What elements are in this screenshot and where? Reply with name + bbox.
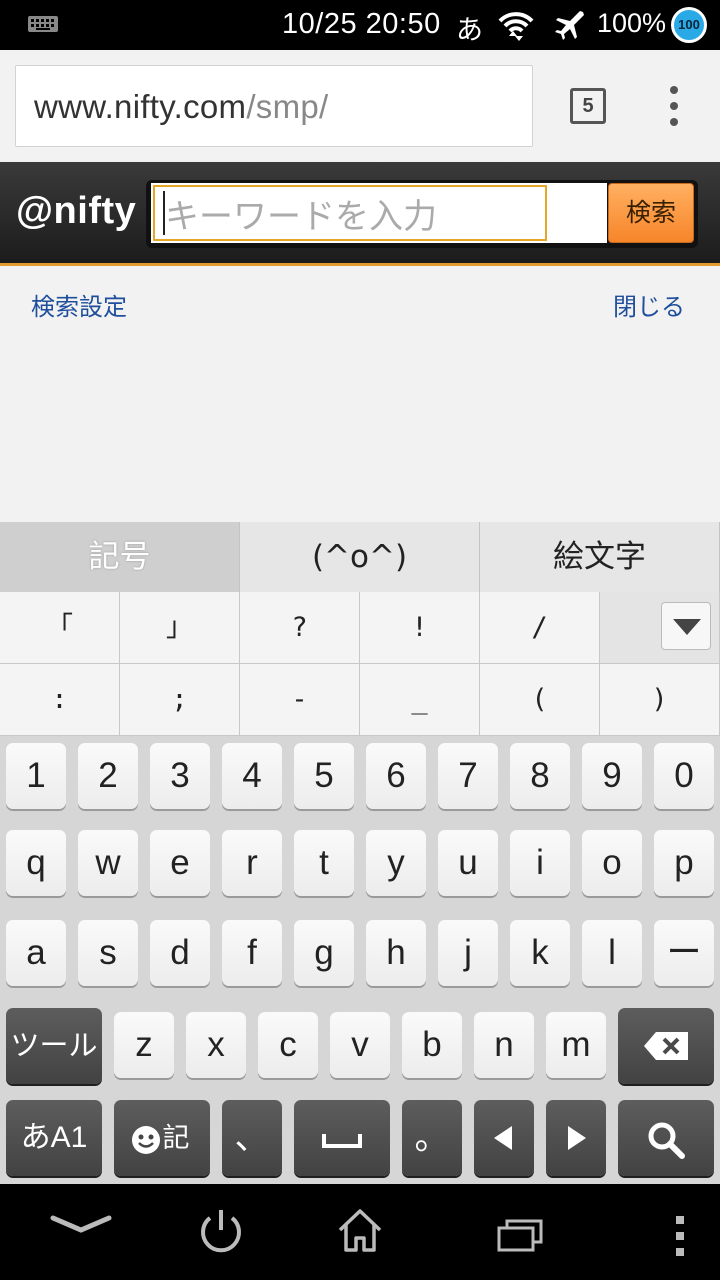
key-d[interactable]: d	[150, 920, 210, 986]
key-q[interactable]: q	[6, 830, 66, 896]
key-v[interactable]: v	[330, 1012, 390, 1078]
key-m[interactable]: m	[546, 1012, 606, 1078]
key-x[interactable]: x	[186, 1012, 246, 1078]
cursor-left-key[interactable]	[474, 1100, 534, 1176]
battery-badge: 100	[671, 7, 707, 43]
url-bar[interactable]: www.nifty.com/smp/	[15, 65, 533, 147]
ime-indicator: あ	[456, 15, 483, 46]
close-link[interactable]: 閉じる	[613, 287, 685, 322]
key-9[interactable]: 9	[582, 743, 642, 809]
backspace-key[interactable]	[618, 1008, 714, 1084]
key-1[interactable]: 1	[6, 743, 66, 809]
key-0[interactable]: 0	[654, 743, 714, 809]
key-y[interactable]: y	[366, 830, 426, 896]
home-icon[interactable]	[336, 1208, 384, 1254]
key-e[interactable]: e	[150, 830, 210, 896]
symbol-key[interactable]: ;	[120, 664, 240, 736]
arrow-right-icon	[568, 1126, 586, 1150]
input-mode-key[interactable]: あA1	[6, 1100, 102, 1176]
symbol-key[interactable]: /	[480, 592, 600, 664]
smiley-icon	[132, 1126, 160, 1154]
key-t[interactable]: t	[294, 830, 354, 896]
navigation-bar	[0, 1184, 720, 1280]
status-bar: 10/25 20:50 あ 100% 100	[0, 0, 720, 50]
key-z[interactable]: z	[114, 1012, 174, 1078]
key-5[interactable]: 5	[294, 743, 354, 809]
key-4[interactable]: 4	[222, 743, 282, 809]
airplane-mode-icon	[555, 11, 584, 40]
key-p[interactable]: p	[654, 830, 714, 896]
key-f[interactable]: f	[222, 920, 282, 986]
space-icon	[322, 1134, 362, 1148]
collapse-symbols-button[interactable]	[661, 602, 711, 650]
symbol-key[interactable]: -	[240, 664, 360, 736]
wifi-icon	[498, 12, 534, 41]
space-key[interactable]	[294, 1100, 390, 1176]
symbol-key[interactable]: 」	[120, 592, 240, 664]
tab-switcher-button[interactable]: 5	[570, 88, 606, 124]
tool-key[interactable]: ツール	[6, 1008, 102, 1084]
key-i[interactable]: i	[510, 830, 570, 896]
key-7[interactable]: 7	[438, 743, 498, 809]
symbol-key[interactable]: (	[480, 664, 600, 736]
key-g[interactable]: g	[294, 920, 354, 986]
key-l[interactable]: l	[582, 920, 642, 986]
recent-apps-icon[interactable]	[496, 1216, 544, 1252]
tab-emoji[interactable]: 絵文字	[480, 522, 720, 592]
symbol-key[interactable]: !	[360, 592, 480, 664]
key-k[interactable]: k	[510, 920, 570, 986]
key-b[interactable]: b	[402, 1012, 462, 1078]
key-2[interactable]: 2	[78, 743, 138, 809]
symbol-key[interactable]: ?	[240, 592, 360, 664]
key-w[interactable]: w	[78, 830, 138, 896]
key-a[interactable]: a	[6, 920, 66, 986]
browser-toolbar: www.nifty.com/smp/ 5	[0, 50, 720, 162]
search-button[interactable]: 検索	[608, 183, 694, 243]
status-time: 10/25 20:50	[282, 8, 441, 40]
key-s[interactable]: s	[78, 920, 138, 986]
search-icon	[648, 1122, 685, 1159]
symbol-key[interactable]: )	[600, 664, 720, 736]
key-n[interactable]: n	[474, 1012, 534, 1078]
nifty-logo[interactable]: @nifty	[16, 190, 136, 233]
tab-symbols[interactable]: 記号	[0, 522, 240, 592]
symbol-key[interactable]: 「	[0, 592, 120, 664]
emoji-symbol-key[interactable]: 記	[114, 1100, 210, 1176]
key-o[interactable]: o	[582, 830, 642, 896]
hide-keyboard-icon[interactable]	[50, 1212, 112, 1236]
key-j[interactable]: j	[438, 920, 498, 986]
url-host: www.nifty.com	[34, 88, 247, 125]
cursor-right-key[interactable]	[546, 1100, 606, 1176]
key-3[interactable]: 3	[150, 743, 210, 809]
backspace-icon	[644, 1032, 688, 1060]
search-settings-link[interactable]: 検索設定	[31, 287, 127, 322]
key-c[interactable]: c	[258, 1012, 318, 1078]
battery-level: 100%	[597, 8, 667, 38]
search-enter-key[interactable]	[618, 1100, 714, 1176]
key-u[interactable]: u	[438, 830, 498, 896]
key-8[interactable]: 8	[510, 743, 570, 809]
keyboard-icon	[28, 16, 58, 32]
comma-key[interactable]: 、	[222, 1100, 282, 1176]
text-caret	[163, 191, 165, 235]
search-input[interactable]: キーワードを入力	[153, 185, 547, 241]
tab-kaomoji[interactable]: (^o^)	[240, 522, 480, 592]
key-long-vowel[interactable]: ー	[654, 920, 714, 986]
power-icon[interactable]	[198, 1208, 244, 1256]
overflow-menu-icon[interactable]	[660, 84, 688, 128]
symbol-key[interactable]: :	[0, 664, 120, 736]
period-key[interactable]: 。	[402, 1100, 462, 1176]
key-6[interactable]: 6	[366, 743, 426, 809]
url-path: /smp/	[246, 88, 329, 125]
menu-icon[interactable]	[672, 1214, 688, 1258]
key-h[interactable]: h	[366, 920, 426, 986]
chevron-down-icon	[673, 619, 701, 635]
arrow-left-icon	[494, 1126, 512, 1150]
symbol-key[interactable]: _	[360, 664, 480, 736]
key-r[interactable]: r	[222, 830, 282, 896]
